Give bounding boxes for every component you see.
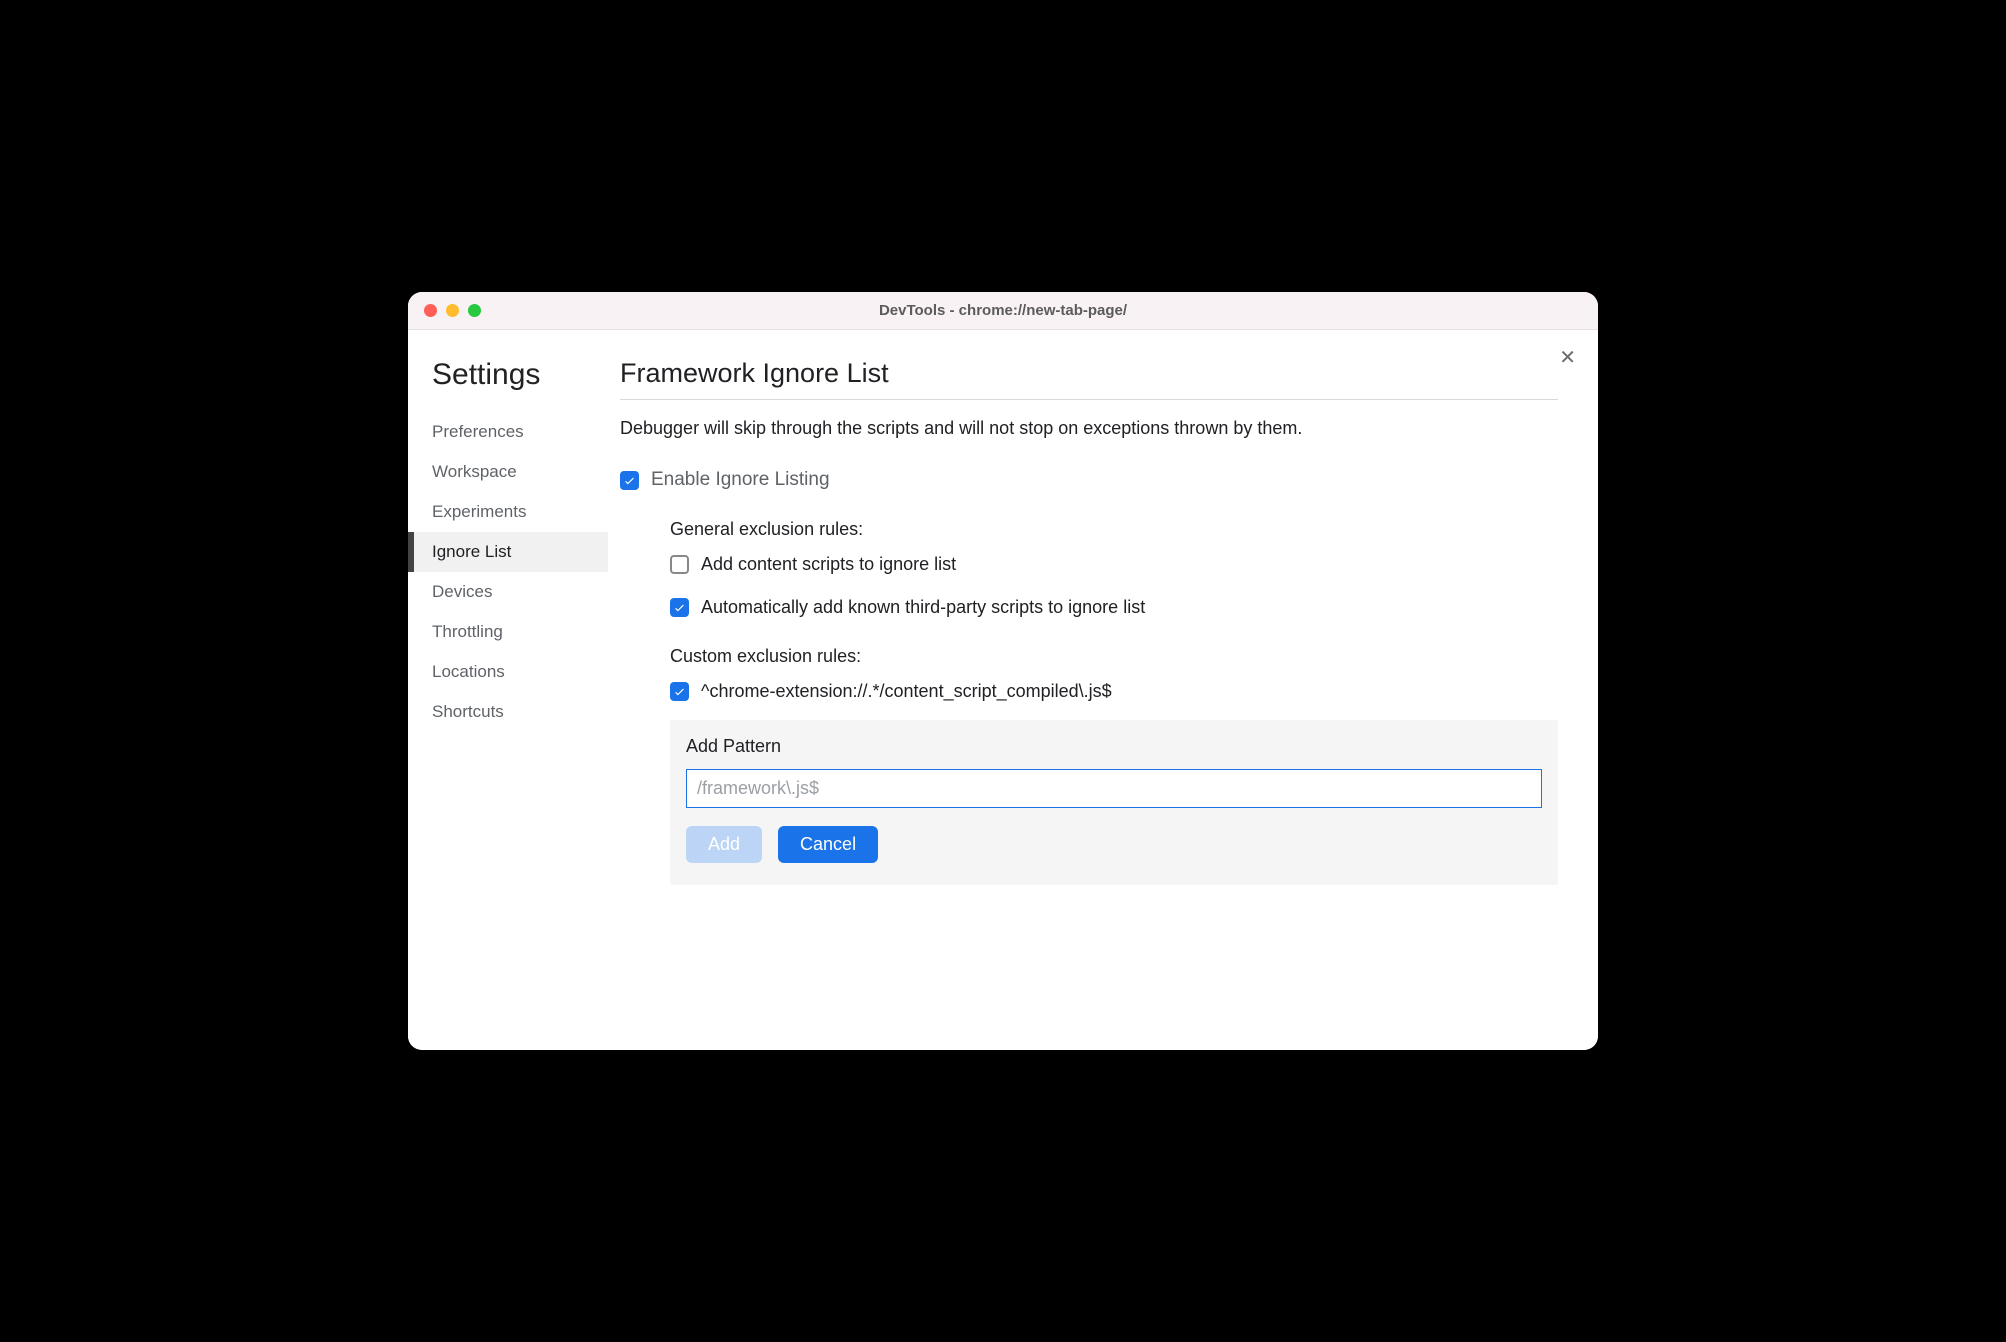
enable-ignore-listing-row[interactable]: Enable Ignore Listing: [620, 469, 1558, 491]
titlebar: DevTools - chrome://new-tab-page/: [408, 292, 1598, 330]
general-rule-label: Add content scripts to ignore list: [701, 554, 956, 575]
window-controls: [408, 304, 481, 317]
window-minimize-icon[interactable]: [446, 304, 459, 317]
sidebar-item-workspace[interactable]: Workspace: [408, 452, 608, 492]
check-icon: [673, 685, 686, 698]
window-title: DevTools - chrome://new-tab-page/: [408, 302, 1598, 319]
general-rule-row[interactable]: Automatically add known third-party scri…: [670, 597, 1558, 618]
custom-rule-row[interactable]: ^chrome-extension://.*/content_script_co…: [670, 681, 1558, 702]
window-close-icon[interactable]: [424, 304, 437, 317]
sidebar-item-shortcuts[interactable]: Shortcuts: [408, 692, 608, 732]
pattern-input[interactable]: [686, 769, 1542, 808]
enable-ignore-listing-label: Enable Ignore Listing: [651, 469, 830, 491]
add-pattern-panel: Add Pattern Add Cancel: [670, 720, 1558, 885]
settings-sidebar: Settings PreferencesWorkspaceExperiments…: [408, 330, 608, 1050]
sidebar-item-experiments[interactable]: Experiments: [408, 492, 608, 532]
general-rule-label: Automatically add known third-party scri…: [701, 597, 1145, 618]
settings-body: ✕ Settings PreferencesWorkspaceExperimen…: [408, 330, 1598, 1050]
pattern-button-row: Add Cancel: [686, 826, 1542, 863]
custom-rule-label: ^chrome-extension://.*/content_script_co…: [701, 681, 1112, 702]
settings-heading: Settings: [408, 358, 608, 392]
cancel-button[interactable]: Cancel: [778, 826, 878, 863]
settings-main: Framework Ignore List Debugger will skip…: [608, 330, 1598, 1050]
enable-ignore-listing-checkbox[interactable]: [620, 471, 639, 490]
general-rules-heading: General exclusion rules:: [670, 519, 1558, 540]
devtools-window: DevTools - chrome://new-tab-page/ ✕ Sett…: [408, 292, 1598, 1050]
add-pattern-title: Add Pattern: [686, 736, 1542, 757]
page-description: Debugger will skip through the scripts a…: [620, 418, 1558, 439]
custom-rules-heading: Custom exclusion rules:: [670, 646, 1558, 667]
checkbox-checked-icon[interactable]: [670, 598, 689, 617]
window-zoom-icon[interactable]: [468, 304, 481, 317]
sidebar-item-ignore-list[interactable]: Ignore List: [408, 532, 608, 572]
sidebar-item-devices[interactable]: Devices: [408, 572, 608, 612]
sidebar-item-throttling[interactable]: Throttling: [408, 612, 608, 652]
sidebar-item-locations[interactable]: Locations: [408, 652, 608, 692]
check-icon: [623, 474, 636, 487]
sidebar-item-preferences[interactable]: Preferences: [408, 412, 608, 452]
add-button[interactable]: Add: [686, 826, 762, 863]
close-settings-button[interactable]: ✕: [1559, 348, 1576, 368]
check-icon: [673, 601, 686, 614]
divider: [620, 399, 1558, 400]
page-title: Framework Ignore List: [620, 358, 1558, 389]
checkbox-unchecked-icon[interactable]: [670, 555, 689, 574]
checkbox-checked-icon[interactable]: [670, 682, 689, 701]
general-rule-row[interactable]: Add content scripts to ignore list: [670, 554, 1558, 575]
